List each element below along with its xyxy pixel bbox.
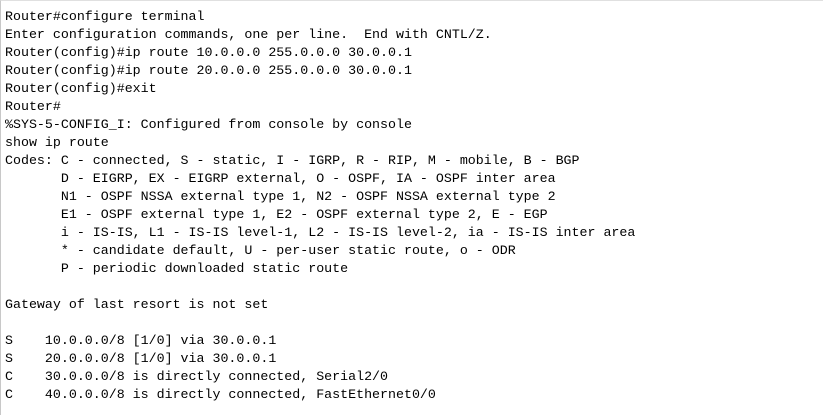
route-entry-static-20: S 20.0.0.0/8 [1/0] via 30.0.0.1 [5,351,277,366]
console-line-router-prompt: Router# [5,99,61,114]
console-line-show-ip-route: show ip route [5,135,109,150]
route-codes-line-2: D - EIGRP, EX - EIGRP external, O - OSPF… [5,171,556,186]
route-entry-connected-40: C 40.0.0.0/8 is directly connected, Fast… [5,387,436,402]
route-entry-static-10: S 10.0.0.0/8 [1/0] via 30.0.0.1 [5,333,277,348]
console-line-configure-terminal: Router#configure terminal [5,9,205,24]
console-line-ip-route-10: Router(config)#ip route 10.0.0.0 255.0.0… [5,45,412,60]
console-line-ip-route-20: Router(config)#ip route 20.0.0.0 255.0.0… [5,63,412,78]
route-codes-line-3: N1 - OSPF NSSA external type 1, N2 - OSP… [5,189,556,204]
route-entry-connected-30: C 30.0.0.0/8 is directly connected, Seri… [5,369,389,384]
route-codes-line-6: * - candidate default, U - per-user stat… [5,243,516,258]
cli-console[interactable]: Router#configure terminal Enter configur… [0,0,823,415]
console-line-config-mode-notice: Enter configuration commands, one per li… [5,27,492,42]
route-codes-line-5: i - IS-IS, L1 - IS-IS level-1, L2 - IS-I… [5,225,636,240]
console-line-syslog-config: %SYS-5-CONFIG_I: Configured from console… [5,117,412,132]
route-codes-line-7: P - periodic downloaded static route [5,261,349,276]
route-codes-line-4: E1 - OSPF external type 1, E2 - OSPF ext… [5,207,548,222]
route-codes-line-1: Codes: C - connected, S - static, I - IG… [5,153,580,168]
gateway-of-last-resort: Gateway of last resort is not set [5,297,269,312]
console-line-exit: Router(config)#exit [5,81,157,96]
